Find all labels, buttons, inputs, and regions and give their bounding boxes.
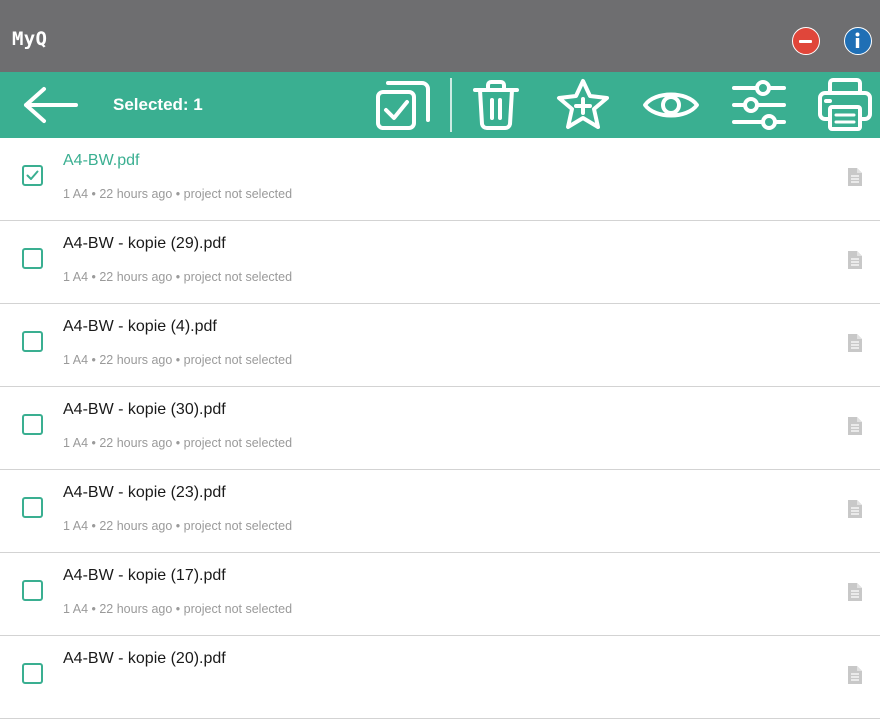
selected-count-label: Selected: 1 xyxy=(113,95,203,114)
file-meta: 1 A4 • 22 hours ago • project not select… xyxy=(63,270,293,284)
favorite-button[interactable] xyxy=(552,72,614,138)
printer-icon xyxy=(818,78,872,131)
list-item[interactable]: A4-BW - kopie (20).pdf xyxy=(0,636,880,719)
document-icon xyxy=(848,334,862,352)
file-name: A4-BW - kopie (4).pdf xyxy=(63,318,217,335)
file-name: A4-BW - kopie (20).pdf xyxy=(63,650,226,667)
sliders-icon xyxy=(732,80,786,130)
row-checkbox[interactable] xyxy=(22,497,43,518)
list-item[interactable]: A4-BW - kopie (30).pdf 1 A4 • 22 hours a… xyxy=(0,387,880,470)
star-add-icon xyxy=(557,79,609,129)
document-icon xyxy=(848,168,862,186)
document-icon xyxy=(848,583,862,601)
back-button[interactable] xyxy=(20,72,80,138)
list-item[interactable]: A4-BW - kopie (29).pdf 1 A4 • 22 hours a… xyxy=(0,221,880,304)
file-name: A4-BW - kopie (23).pdf xyxy=(63,484,226,501)
row-checkbox[interactable] xyxy=(22,331,43,352)
row-checkbox[interactable] xyxy=(22,248,43,269)
file-name: A4-BW.pdf xyxy=(63,152,140,169)
close-button[interactable] xyxy=(792,27,820,55)
list-item[interactable]: A4-BW - kopie (4).pdf 1 A4 • 22 hours ag… xyxy=(0,304,880,387)
document-icon xyxy=(848,666,862,684)
title-bar: MyQ xyxy=(0,0,880,72)
list-item[interactable]: A4-BW.pdf 1 A4 • 22 hours ago • project … xyxy=(0,138,880,221)
eye-icon xyxy=(643,92,699,118)
toolbar-divider xyxy=(450,78,452,132)
file-name: A4-BW - kopie (30).pdf xyxy=(63,401,226,418)
file-name: A4-BW - kopie (17).pdf xyxy=(63,567,226,584)
select-all-icon xyxy=(376,81,430,130)
row-checkbox[interactable] xyxy=(22,580,43,601)
file-meta: 1 A4 • 22 hours ago • project not select… xyxy=(63,602,293,616)
info-icon xyxy=(855,32,860,48)
list-item[interactable]: A4-BW - kopie (23).pdf 1 A4 • 22 hours a… xyxy=(0,470,880,553)
settings-button[interactable] xyxy=(728,72,790,138)
file-meta: 1 A4 • 22 hours ago • project not select… xyxy=(63,353,293,367)
print-button[interactable] xyxy=(814,72,876,138)
file-name: A4-BW - kopie (29).pdf xyxy=(63,235,226,252)
document-icon xyxy=(848,251,862,269)
file-list: A4-BW.pdf 1 A4 • 22 hours ago • project … xyxy=(0,138,880,719)
document-icon xyxy=(848,417,862,435)
document-icon xyxy=(848,500,862,518)
delete-button[interactable] xyxy=(466,72,526,138)
preview-button[interactable] xyxy=(640,72,702,138)
list-item[interactable]: A4-BW - kopie (17).pdf 1 A4 • 22 hours a… xyxy=(0,553,880,636)
row-checkbox-checked[interactable] xyxy=(22,165,43,186)
select-all-button[interactable] xyxy=(372,72,436,138)
file-meta: 1 A4 • 22 hours ago • project not select… xyxy=(63,187,293,201)
info-button[interactable] xyxy=(844,27,872,55)
check-icon xyxy=(26,170,39,180)
file-meta: 1 A4 • 22 hours ago • project not select… xyxy=(63,519,293,533)
row-checkbox[interactable] xyxy=(22,414,43,435)
file-meta: 1 A4 • 22 hours ago • project not select… xyxy=(63,436,293,450)
back-arrow-icon xyxy=(24,87,78,123)
trash-icon xyxy=(473,80,519,130)
row-checkbox[interactable] xyxy=(22,663,43,684)
app-title: MyQ xyxy=(12,28,48,50)
